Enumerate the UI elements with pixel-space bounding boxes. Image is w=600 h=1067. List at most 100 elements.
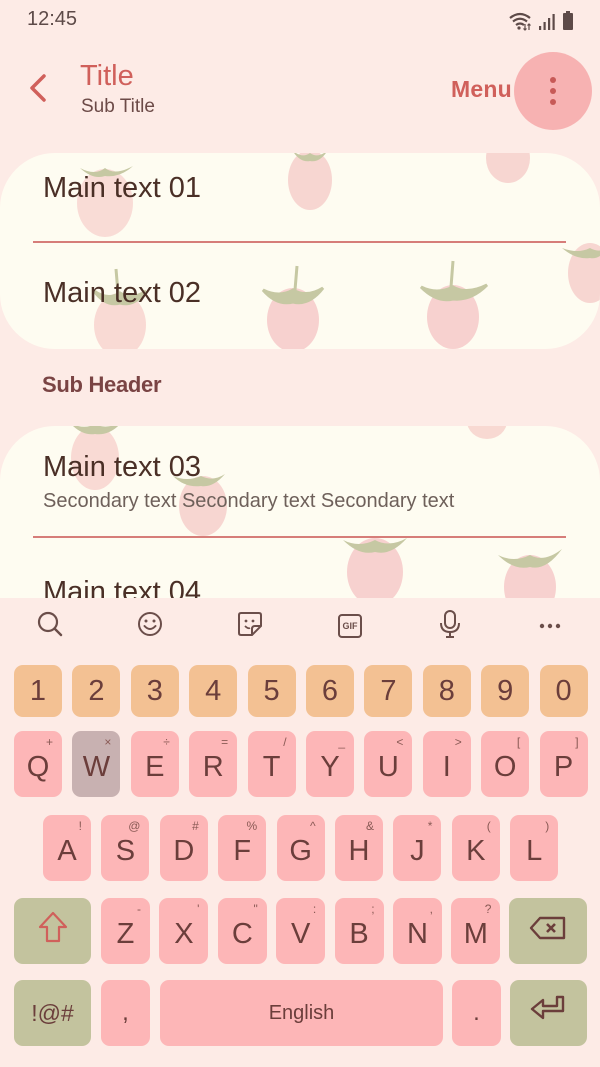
space-key-label: English <box>268 1001 335 1024</box>
key-a[interactable]: ! A <box>43 815 91 881</box>
key-q[interactable]: + Q <box>14 731 62 797</box>
key-d[interactable]: # D <box>159 815 208 881</box>
key-secondary-label: @ <box>128 819 141 833</box>
backspace-key[interactable] <box>509 898 587 964</box>
key-3[interactable]: 3 <box>130 665 179 717</box>
key-y[interactable]: _ Y <box>306 731 354 797</box>
key-secondary-label: # <box>192 819 199 833</box>
key-i[interactable]: > I <box>422 731 471 797</box>
key-label: U <box>377 750 399 783</box>
key-n[interactable]: ,N <box>393 898 442 964</box>
key-secondary-label: ? <box>484 902 492 916</box>
key-6[interactable]: 6 <box>306 665 354 717</box>
status-bar: 12:45 <box>0 0 600 44</box>
key-label: T <box>262 750 281 783</box>
key-j[interactable]: * J <box>393 815 442 881</box>
key-b[interactable]: ; B <box>334 898 384 964</box>
key-v[interactable]: :V <box>276 898 326 964</box>
key-label: I <box>442 750 451 783</box>
key-label: 4 <box>205 674 222 707</box>
period-key-label: . <box>473 999 480 1026</box>
key-label: C <box>231 917 253 950</box>
key-4[interactable]: 4 <box>189 665 238 717</box>
key-r[interactable]: = R <box>189 731 238 797</box>
status-time: 12:45 <box>27 8 78 30</box>
key-secondary-label: ) <box>545 819 550 833</box>
list-item[interactable]: Main text 02 <box>0 243 600 349</box>
key-label: 1 <box>29 674 47 707</box>
key-label: O <box>493 750 517 783</box>
key-0[interactable]: 0 <box>539 665 588 717</box>
main-text: Main text 01 <box>43 172 201 204</box>
key-label: 3 <box>146 674 163 707</box>
key-label: H <box>348 834 370 867</box>
key-h[interactable]: & H <box>335 815 383 881</box>
key-label: L <box>526 834 543 867</box>
key-secondary-label: - <box>137 902 141 916</box>
secondary-text: Secondary text Secondary text Secondary … <box>43 490 455 512</box>
key-m[interactable]: ? M <box>451 898 501 964</box>
key-5[interactable]: 5 <box>247 665 296 717</box>
key-7[interactable]: 7 <box>364 665 413 717</box>
more-vertical-icon <box>550 77 556 105</box>
back-button[interactable] <box>18 70 58 110</box>
key-1[interactable]: 1 <box>14 665 62 717</box>
backspace-icon <box>529 915 567 948</box>
page-title: Title <box>80 60 134 92</box>
key-label: Z <box>116 917 135 950</box>
key-o[interactable]: [O <box>481 731 530 797</box>
key-k[interactable]: (K <box>451 815 500 881</box>
key-x[interactable]: ' X <box>159 898 209 964</box>
app-bar: Title Sub Title Menu <box>0 50 600 130</box>
key-u[interactable]: < U <box>364 731 413 797</box>
key-label: 9 <box>497 674 514 707</box>
wifi-icon <box>508 11 532 31</box>
key-l[interactable]: ) L <box>510 815 559 881</box>
period-key[interactable]: . <box>452 980 501 1046</box>
keyboard: GIF 1 2 3 4 5 6 7 8 9 0 + Q × W ÷ E = R / T _ Y < U > I[O] P! A @ S # D… <box>0 598 600 1067</box>
key-secondary-label: > <box>454 735 462 749</box>
key-secondary-label: ( <box>486 819 491 833</box>
menu-button[interactable]: Menu <box>451 76 512 103</box>
more-options-button[interactable] <box>514 52 592 130</box>
key-secondary-label: , <box>429 902 433 916</box>
comma-key[interactable]: , <box>101 980 150 1046</box>
list-group-1: Main text 01 Main text 02 <box>0 153 600 349</box>
key-label: D <box>173 834 195 867</box>
key-secondary-label: ' <box>197 902 200 916</box>
list-item[interactable]: Main text 03 Secondary text Secondary te… <box>0 426 600 536</box>
list-item[interactable]: Main text 01 <box>0 153 600 241</box>
page-subtitle: Sub Title <box>81 96 155 117</box>
key-2[interactable]: 2 <box>72 665 121 717</box>
key-secondary-label: ÷ <box>163 735 170 749</box>
key-label: G <box>289 834 312 867</box>
key-secondary-label: < <box>396 735 404 749</box>
key-w[interactable]: × W <box>72 731 121 797</box>
space-key[interactable]: English <box>160 980 443 1046</box>
key-label: M <box>463 917 488 950</box>
key-label: S <box>115 834 136 867</box>
key-c[interactable]: " C <box>217 898 267 964</box>
key-secondary-label: = <box>221 735 229 749</box>
key-8[interactable]: 8 <box>422 665 471 717</box>
key-z[interactable]: -Z <box>101 898 150 964</box>
shift-key[interactable] <box>14 898 91 964</box>
key-g[interactable]: ^ G <box>276 815 325 881</box>
key-p[interactable]: ] P <box>539 731 588 797</box>
key-secondary-label: / <box>283 735 287 749</box>
key-secondary-label: × <box>104 735 112 749</box>
key-secondary-label: & <box>365 819 374 833</box>
key-e[interactable]: ÷ E <box>130 731 179 797</box>
key-9[interactable]: 9 <box>481 665 530 717</box>
key-t[interactable]: / T <box>247 731 296 797</box>
key-label: Q <box>26 750 50 783</box>
key-label: 5 <box>263 674 280 707</box>
enter-key[interactable] <box>510 980 587 1046</box>
key-label: J <box>410 834 425 867</box>
key-label: V <box>291 917 311 950</box>
key-secondary-label: ^ <box>309 819 316 833</box>
symbols-key[interactable]: !@# <box>14 980 91 1046</box>
key-f[interactable]: % F <box>218 815 267 881</box>
key-s[interactable]: @ S <box>101 815 150 881</box>
key-label: 6 <box>321 674 339 707</box>
